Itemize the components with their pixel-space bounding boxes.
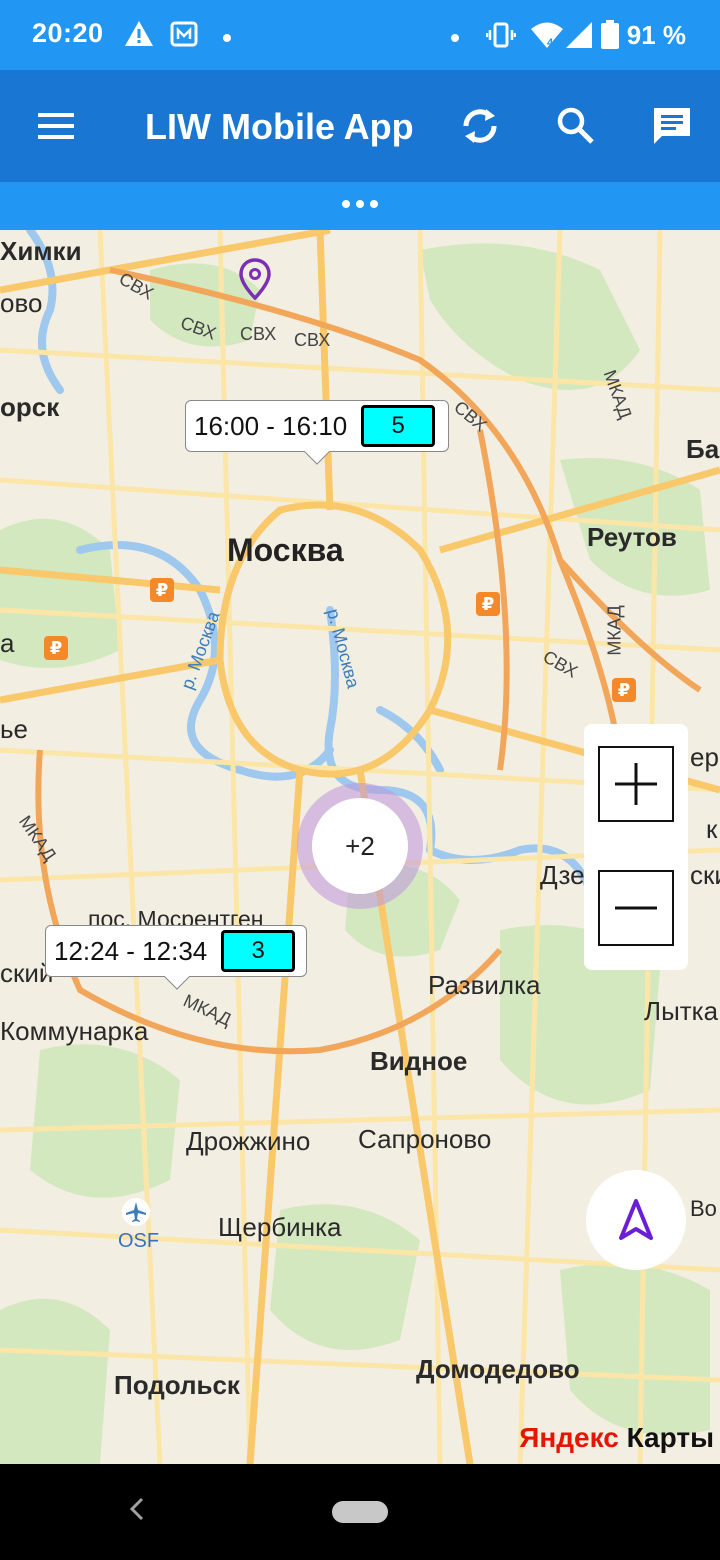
menu-icon — [38, 113, 74, 139]
home-pill-button[interactable] — [332, 1501, 388, 1523]
zoom-in-button[interactable] — [598, 746, 674, 822]
place-shcherbinka: Щербинка — [218, 1212, 342, 1242]
place-domodedovo: Домодедово — [416, 1354, 580, 1384]
ruble-marker-icon[interactable]: ₽ — [476, 592, 500, 616]
message-button[interactable] — [644, 98, 700, 154]
battery-icon — [600, 20, 620, 55]
status-time: 20:20 — [32, 18, 104, 48]
callout-count-badge: 5 — [361, 405, 436, 447]
ruble-marker-icon[interactable]: ₽ — [612, 678, 636, 702]
place-ba: Ба — [686, 434, 720, 464]
place-rsk: орск — [0, 392, 60, 422]
back-chevron-icon — [129, 1497, 144, 1521]
road-label-mkad: МКАД — [604, 605, 625, 656]
svg-text:4: 4 — [547, 37, 554, 49]
place-razvilka: Развилка — [428, 970, 541, 1000]
refresh-icon — [463, 109, 497, 143]
place-skiy-right: ский — [690, 860, 720, 890]
location-pin-icon[interactable] — [238, 258, 272, 305]
ruble-marker-icon[interactable]: ₽ — [44, 636, 68, 660]
marker-cluster[interactable]: +2 — [312, 798, 408, 894]
airport-icon — [122, 1198, 150, 1226]
place-vo: ово — [0, 288, 43, 318]
place-k: к — [706, 814, 718, 844]
place-podolsk: Подольск — [114, 1370, 240, 1400]
app-bar: LIW Mobile App — [0, 70, 720, 182]
vibrate-icon — [485, 20, 517, 55]
route-callout[interactable]: 12:24 - 12:34 3 — [45, 925, 307, 990]
road-label-svh: СВХ — [240, 324, 277, 344]
wifi-icon: 4 — [530, 20, 564, 55]
map-view[interactable]: Москва Химки ово орск Ба Реутов ье пос. … — [0, 230, 720, 1464]
my-location-button[interactable] — [586, 1170, 686, 1270]
warning-icon — [124, 20, 154, 53]
place-sapronovo: Сапроново — [358, 1124, 492, 1154]
search-icon — [557, 107, 594, 144]
app-title: LIW Mobile App — [145, 106, 414, 147]
zoom-out-button[interactable] — [598, 870, 674, 946]
more-dots-icon — [340, 194, 380, 214]
city-moscow: Москва — [227, 532, 344, 568]
dot-icon — [222, 30, 232, 48]
place-e: ье — [0, 714, 29, 744]
place-ep: ер — [690, 742, 719, 772]
yandex-maps-logo: Яндекс Карты — [519, 1422, 714, 1453]
menu-button[interactable] — [28, 98, 84, 154]
zoom-controls — [584, 724, 688, 970]
place-vo-right: Во — [690, 1196, 717, 1221]
refresh-button[interactable] — [452, 98, 508, 154]
place-reutov: Реутов — [587, 522, 677, 552]
dot-icon — [450, 30, 460, 48]
route-callout[interactable]: 16:00 - 16:10 5 — [185, 400, 449, 465]
place-lytka: Лытка — [644, 996, 719, 1026]
minus-icon — [615, 906, 657, 910]
place-osf: OSF — [118, 1230, 160, 1252]
callout-time: 12:24 - 12:34 — [54, 935, 208, 966]
callout-count-badge: 3 — [221, 930, 296, 972]
message-icon — [654, 108, 690, 144]
road-label-svh: СВХ — [294, 330, 331, 350]
place-khimki: Химки — [0, 236, 82, 266]
expand-bar[interactable] — [0, 182, 720, 230]
back-button[interactable] — [126, 1492, 148, 1531]
notification-m-icon — [170, 20, 198, 53]
place-vidnoe: Видное — [370, 1046, 468, 1076]
status-bar: 20:20 4 91 % — [0, 0, 720, 70]
plus-icon — [615, 763, 657, 805]
signal-icon — [564, 20, 594, 55]
search-button[interactable] — [548, 98, 604, 154]
ruble-marker-icon[interactable]: ₽ — [150, 578, 174, 602]
place-kommunarka: Коммунарка — [0, 1016, 149, 1046]
battery-percent: 91 % — [626, 20, 686, 50]
place-dze: Дзе — [540, 860, 585, 890]
place-a: а — [0, 628, 15, 658]
place-drozhzhino: Дрожжино — [186, 1126, 311, 1156]
system-nav-bar — [0, 1464, 720, 1560]
navigation-arrow-icon — [619, 1199, 653, 1240]
callout-time: 16:00 - 16:10 — [194, 410, 348, 441]
